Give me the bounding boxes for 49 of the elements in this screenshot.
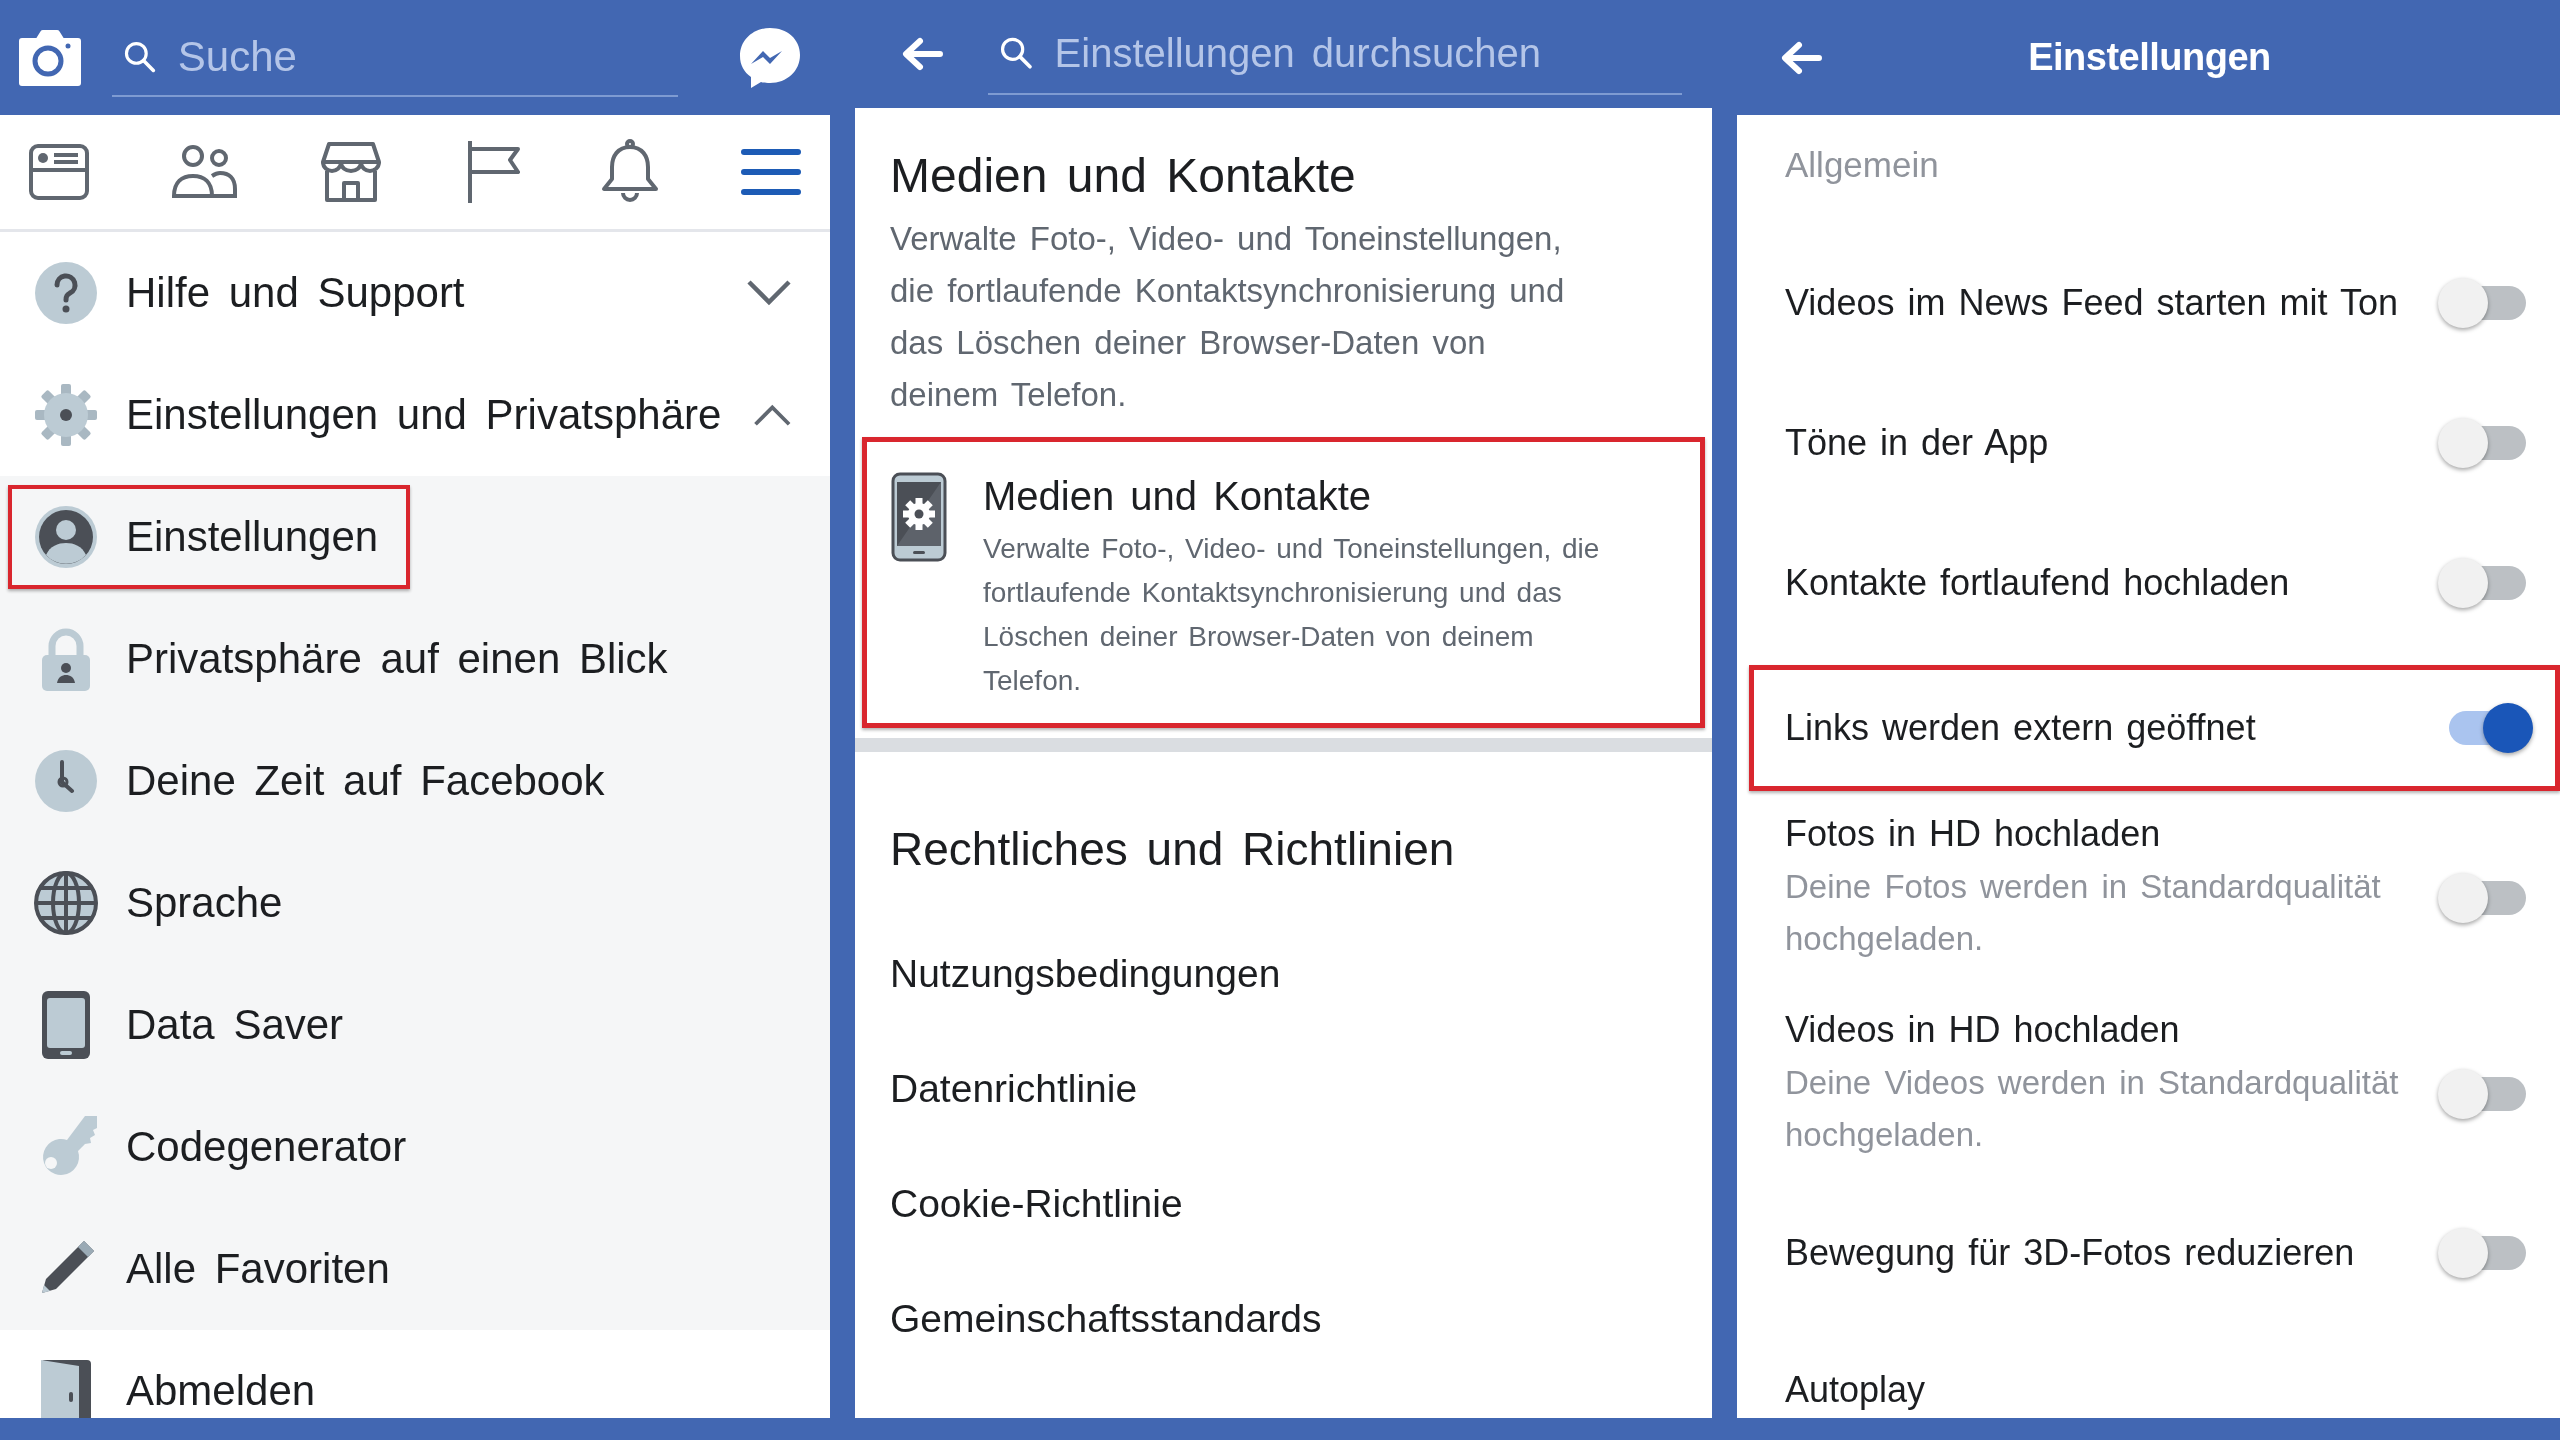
menu-item[interactable]: Codegenerator <box>8 1095 439 1199</box>
settings-link[interactable]: Cookie-Richtlinie <box>890 1181 1183 1226</box>
section-description: Verwalte Foto-, Video- und Toneinstellungen, die fortlaufende Kontaktsynchronisierung und das Löschen deiner Browser-Daten von deinem Telefon. <box>890 219 1566 415</box>
page-title: Einstellungen <box>2028 36 2271 79</box>
search-field[interactable]: Suche <box>175 31 678 82</box>
menu-item[interactable]: Alle Favoriten <box>8 1217 422 1321</box>
card-title: Medien und Kontakte <box>983 474 1373 519</box>
setting-description: Deine Fotos werden in Standardqualität hochgeladen. <box>1785 867 2382 959</box>
back-arrow-icon[interactable] <box>1779 39 1823 76</box>
setting-label: Töne in der App <box>1785 422 2050 464</box>
menu-item[interactable]: Deine Zeit auf Facebook <box>8 729 637 833</box>
gear-icon <box>34 383 98 447</box>
menu-item[interactable]: Data Saver <box>8 973 376 1077</box>
question-icon <box>34 261 98 325</box>
back-arrow-icon[interactable] <box>900 36 944 72</box>
clock-icon <box>34 749 98 813</box>
people-icon[interactable] <box>171 144 240 200</box>
settings-link[interactable]: Gemeinschaftsstandards <box>890 1296 1322 1341</box>
setting-description: Deine Videos werden in Standardqualität hochgeladen. <box>1785 1063 2400 1155</box>
setting-label: Videos im News Feed starten mit Ton <box>1785 282 2399 324</box>
setting-label: Bewegung für 3D-Fotos reduzieren <box>1785 1232 2356 1274</box>
setting-label: Links werden extern geöffnet <box>1785 707 2257 749</box>
messenger-icon[interactable] <box>738 25 802 90</box>
bell-icon[interactable] <box>600 139 659 205</box>
store-icon[interactable] <box>320 141 383 203</box>
camera-icon[interactable] <box>18 28 82 87</box>
phone-gear-icon <box>891 472 947 562</box>
section-title: Rechtliches und Richtlinien <box>890 822 1456 876</box>
menu-icon[interactable] <box>739 146 802 198</box>
phone-icon <box>41 990 91 1060</box>
chevron-down-icon[interactable] <box>746 279 792 307</box>
settings-card[interactable]: Medien und Kontakte Verwalte Foto-, Video- und Toneinstellungen, die fortlaufende Kontaktsynchronisierung und das Löschen deiner Browser-Daten von deinem Telefon. <box>862 437 1705 728</box>
menu-item[interactable]: Privatsphäre auf einen Blick <box>8 607 700 711</box>
setting-label: Kontakte fortlaufend hochladen <box>1785 562 2291 604</box>
settings-link[interactable]: Nutzungsbedingungen <box>890 951 1281 996</box>
menu-item[interactable]: Einstellungen <box>8 485 411 589</box>
card-description: Verwalte Foto-, Video- und Toneinstellungen, die fortlaufende Kontaktsynchronisierung und das Löschen deiner Browser-Daten von deinem Telefon. <box>983 532 1601 698</box>
settings-link[interactable]: Datenrichtlinie <box>890 1066 1138 1111</box>
newspaper-icon[interactable] <box>28 141 90 203</box>
setting-label: Fotos in HD hochladen <box>1785 813 2162 855</box>
search-field[interactable]: Einstellungen durchsuchen <box>1052 29 1682 77</box>
section-title: Medien und Kontakte <box>890 148 1357 203</box>
globe-icon <box>34 871 98 935</box>
setting-label: Videos in HD hochladen <box>1785 1009 2181 1051</box>
menu-item[interactable]: Sprache <box>8 851 315 955</box>
section-label: Allgemein <box>1785 145 1939 184</box>
person-icon <box>34 505 98 569</box>
section-label: Autoplay <box>1785 1369 1926 1410</box>
door-icon <box>39 1358 93 1418</box>
